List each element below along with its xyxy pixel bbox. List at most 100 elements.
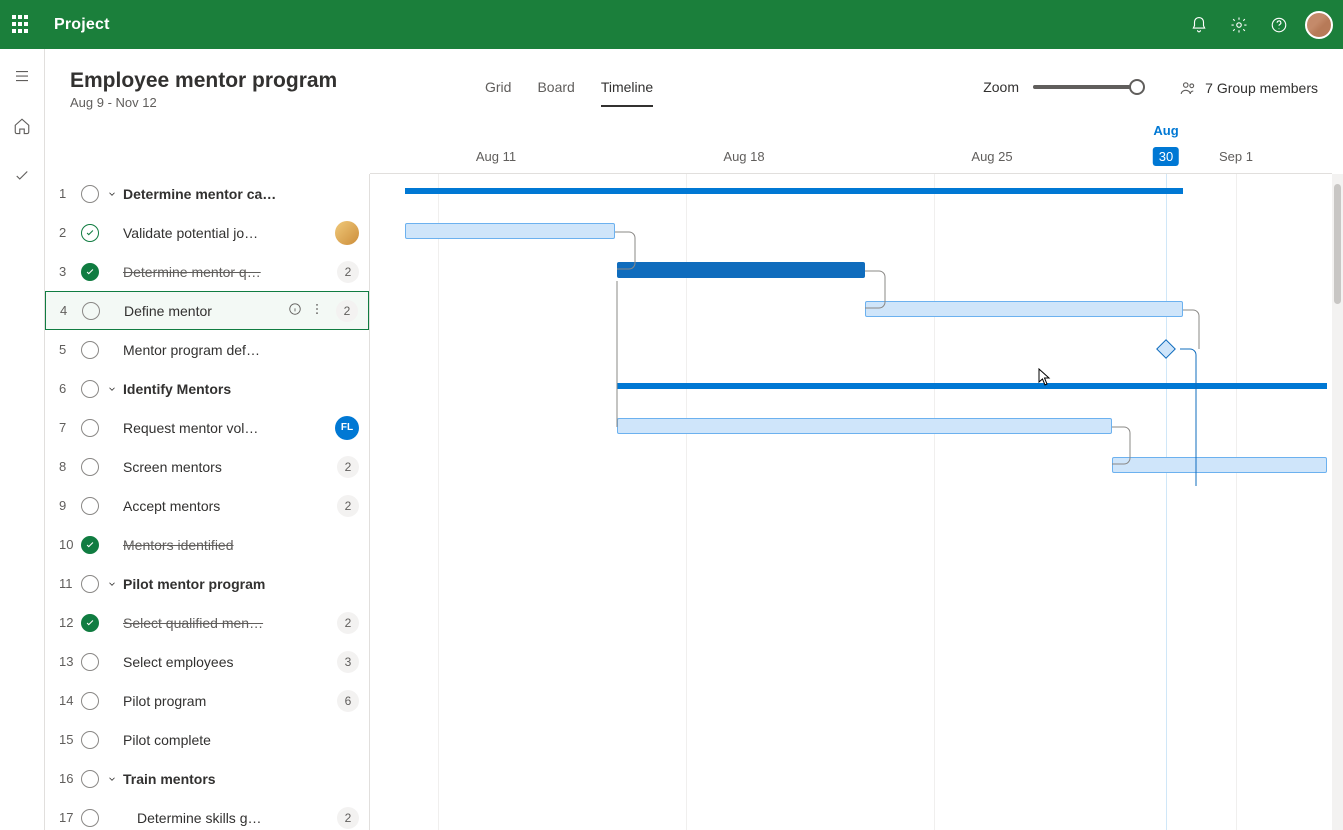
- chevron-down-icon[interactable]: [107, 384, 121, 394]
- task-name[interactable]: Mentors identified: [123, 537, 359, 553]
- view-tabs: Grid Board Timeline: [485, 79, 653, 107]
- status-toggle[interactable]: [81, 458, 99, 476]
- task-name[interactable]: Accept mentors: [123, 498, 337, 514]
- gantt-task-bar[interactable]: [1112, 457, 1327, 473]
- status-toggle[interactable]: [81, 614, 99, 632]
- timeline-date-header: Aug 30 Aug 11 Aug 18 Aug 25 Sep 1: [370, 119, 1332, 174]
- row-number: 5: [59, 342, 81, 357]
- task-row[interactable]: 12Select qualified men…2: [45, 603, 369, 642]
- gantt-task-bar[interactable]: [405, 223, 615, 239]
- status-toggle[interactable]: [81, 809, 99, 827]
- status-toggle[interactable]: [81, 263, 99, 281]
- timeline-date: Aug 25: [971, 149, 1012, 164]
- task-row[interactable]: 2Validate potential jo…: [45, 213, 369, 252]
- today-line: [1166, 174, 1167, 830]
- row-right-slot: 2: [337, 261, 359, 283]
- user-avatar[interactable]: [1305, 11, 1333, 39]
- row-number: 11: [59, 576, 81, 591]
- status-toggle[interactable]: [81, 575, 99, 593]
- gantt-milestone[interactable]: [1156, 339, 1176, 359]
- task-name[interactable]: Select qualified men…: [123, 615, 337, 631]
- notifications-icon[interactable]: [1179, 5, 1219, 45]
- gantt-task-bar[interactable]: [617, 418, 1112, 434]
- app-launcher-icon[interactable]: [10, 13, 34, 37]
- status-toggle[interactable]: [81, 419, 99, 437]
- status-toggle[interactable]: [81, 224, 99, 242]
- zoom-slider-thumb[interactable]: [1129, 79, 1145, 95]
- task-row[interactable]: 17Determine skills g…2: [45, 798, 369, 830]
- chevron-down-icon[interactable]: [107, 189, 121, 199]
- task-row[interactable]: 15Pilot complete: [45, 720, 369, 759]
- assignee-avatar[interactable]: [335, 221, 359, 245]
- row-number: 4: [60, 303, 82, 318]
- task-name[interactable]: Screen mentors: [123, 459, 337, 475]
- task-name[interactable]: Determine mentor q…: [123, 264, 337, 280]
- status-toggle[interactable]: [81, 341, 99, 359]
- task-name[interactable]: Pilot complete: [123, 732, 359, 748]
- task-row[interactable]: 11 Pilot mentor program: [45, 564, 369, 603]
- task-name[interactable]: Train mentors: [123, 771, 359, 787]
- gantt-task-bar[interactable]: [865, 301, 1183, 317]
- task-row[interactable]: 5 Mentor program def…: [45, 330, 369, 369]
- task-name[interactable]: Mentor program def…: [123, 342, 359, 358]
- task-name[interactable]: Define mentor: [124, 303, 288, 319]
- timeline-today-badge[interactable]: 30: [1153, 147, 1179, 166]
- task-row[interactable]: 4Define mentor2: [45, 291, 369, 330]
- status-toggle[interactable]: [82, 302, 100, 320]
- task-name[interactable]: Identify Mentors: [123, 381, 359, 397]
- task-name[interactable]: Pilot program: [123, 693, 337, 709]
- task-row[interactable]: 16Train mentors: [45, 759, 369, 798]
- task-row[interactable]: 9Accept mentors2: [45, 486, 369, 525]
- task-row[interactable]: 10Mentors identified: [45, 525, 369, 564]
- vertical-scrollbar[interactable]: [1332, 174, 1343, 830]
- task-name[interactable]: Request mentor vol…: [123, 420, 335, 436]
- group-members-button[interactable]: 7 Group members: [1179, 79, 1318, 97]
- row-right-slot: 2: [337, 456, 359, 478]
- status-toggle[interactable]: [81, 536, 99, 554]
- help-icon[interactable]: [1259, 5, 1299, 45]
- assignee-avatar[interactable]: FL: [335, 416, 359, 440]
- task-row[interactable]: 7Request mentor vol…FL: [45, 408, 369, 447]
- gear-icon[interactable]: [1219, 5, 1259, 45]
- tab-grid[interactable]: Grid: [485, 79, 511, 107]
- row-number: 6: [59, 381, 81, 396]
- nav-toggle-icon[interactable]: [5, 59, 39, 93]
- task-row[interactable]: 6 Identify Mentors: [45, 369, 369, 408]
- scrollbar-thumb[interactable]: [1334, 184, 1341, 304]
- row-right-slot: 6: [337, 690, 359, 712]
- info-icon[interactable]: [288, 302, 302, 319]
- task-name[interactable]: Pilot mentor program: [123, 576, 359, 592]
- status-toggle[interactable]: [81, 185, 99, 203]
- task-name[interactable]: Validate potential jo…: [123, 225, 335, 241]
- status-toggle[interactable]: [81, 731, 99, 749]
- row-right-slot: FL: [335, 416, 359, 440]
- task-row[interactable]: 3 Determine mentor q…2: [45, 252, 369, 291]
- status-toggle[interactable]: [81, 692, 99, 710]
- status-toggle[interactable]: [81, 380, 99, 398]
- more-icon[interactable]: [310, 302, 324, 319]
- chevron-down-icon[interactable]: [107, 579, 121, 589]
- task-name[interactable]: Determine mentor ca…: [123, 186, 359, 202]
- status-toggle[interactable]: [81, 653, 99, 671]
- status-toggle[interactable]: [81, 770, 99, 788]
- app-topbar: Project: [0, 0, 1343, 49]
- gantt-summary-bar[interactable]: [617, 383, 1327, 389]
- tab-board[interactable]: Board: [537, 79, 574, 107]
- gantt-chart[interactable]: [370, 174, 1332, 830]
- task-row[interactable]: 14Pilot program6: [45, 681, 369, 720]
- tasks-icon[interactable]: [5, 159, 39, 193]
- row-number: 3: [59, 264, 81, 279]
- status-toggle[interactable]: [81, 497, 99, 515]
- row-number: 12: [59, 615, 81, 630]
- home-icon[interactable]: [5, 109, 39, 143]
- chevron-down-icon[interactable]: [107, 774, 121, 784]
- gantt-summary-bar[interactable]: [405, 188, 1183, 194]
- task-row[interactable]: 13Select employees3: [45, 642, 369, 681]
- task-name[interactable]: Determine skills g…: [137, 810, 337, 826]
- task-row[interactable]: 8Screen mentors2: [45, 447, 369, 486]
- zoom-slider[interactable]: [1033, 85, 1143, 89]
- tab-timeline[interactable]: Timeline: [601, 79, 653, 107]
- task-name[interactable]: Select employees: [123, 654, 337, 670]
- gantt-task-bar[interactable]: [617, 262, 865, 278]
- task-row[interactable]: 1Determine mentor ca…: [45, 174, 369, 213]
